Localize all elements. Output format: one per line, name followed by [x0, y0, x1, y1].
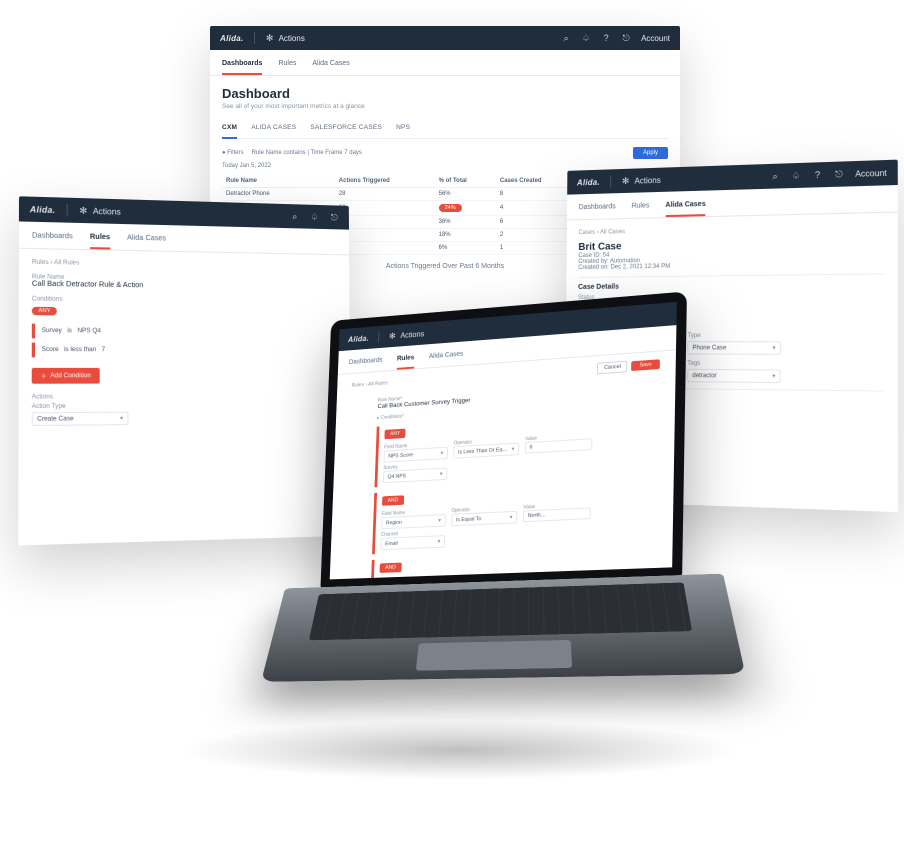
field-select[interactable]: Region▾: [381, 514, 446, 529]
field-select[interactable]: NPS Score▾: [384, 447, 448, 463]
brand-logo: Alida.: [30, 204, 56, 214]
laptop-keyboard-deck: [261, 574, 745, 682]
laptop-keys: [309, 582, 692, 640]
user-icon[interactable]: ⎋: [329, 212, 339, 222]
cancel-button[interactable]: Cancel: [597, 361, 628, 375]
app-topbar: Alida. ✻ Actions ⌕ ♤ ? ⎋ Account: [210, 26, 680, 50]
tab-dashboards[interactable]: Dashboards: [348, 353, 382, 373]
product-name: ✻ Actions: [265, 33, 305, 43]
condition-group: ANY Field NameNPS Score▾ OperatorIs Less…: [375, 411, 630, 488]
filters-label: ● Filters: [222, 150, 244, 156]
breadcrumb: Rules › All Rules: [351, 377, 388, 392]
metric-tab-cxm[interactable]: CXM: [222, 124, 237, 139]
tab-alida-cases[interactable]: Alida Cases: [428, 347, 463, 367]
any-tag: ANY: [384, 429, 405, 440]
metric-tabs: CXM ALIDA CASES SALESFORCE CASES NPS: [222, 120, 668, 139]
and-tag: AND: [382, 495, 404, 505]
save-button[interactable]: Save: [632, 359, 660, 371]
gear-icon: ✻: [78, 205, 89, 216]
and-tag: AND: [380, 563, 402, 573]
metric-tab-alida-cases[interactable]: ALIDA CASES: [251, 124, 296, 132]
col-rule-name[interactable]: Rule Name: [222, 175, 335, 188]
help-icon[interactable]: ?: [812, 169, 823, 180]
pct-badge: 24%: [439, 204, 462, 212]
account-menu[interactable]: Account: [855, 168, 887, 178]
condition-group: AND Field NameSegment▾ OperatorContains▾…: [370, 550, 626, 579]
channel-select[interactable]: Email▾: [380, 535, 445, 550]
page-title: Dashboard: [222, 86, 668, 101]
gear-icon: ✻: [388, 331, 397, 341]
col-actions-triggered[interactable]: Actions Triggered: [335, 175, 435, 188]
breadcrumb: Rules › All Rules: [32, 259, 338, 271]
tab-alida-cases[interactable]: Alida Cases: [127, 230, 166, 250]
account-menu[interactable]: Account: [641, 34, 670, 43]
operator-select[interactable]: Is Equal To▾: [451, 511, 517, 526]
brand-logo: Alida.: [348, 334, 369, 344]
bell-icon[interactable]: ♤: [581, 33, 591, 43]
user-icon[interactable]: ⎋: [834, 169, 845, 180]
help-icon[interactable]: ?: [601, 33, 611, 43]
condition-group: AND Field NameRegion▾ OperatorIs Equal T…: [372, 480, 628, 554]
survey-select[interactable]: Q4 NPS▾: [383, 468, 448, 484]
tab-dashboards[interactable]: Dashboards: [222, 56, 262, 75]
gear-icon: ✻: [621, 176, 631, 186]
tab-rules[interactable]: Rules: [90, 229, 110, 249]
bell-icon[interactable]: ♤: [791, 170, 802, 181]
tab-rules[interactable]: Rules: [397, 351, 415, 370]
user-icon[interactable]: ⎋: [621, 33, 631, 43]
value-input[interactable]: 6: [525, 438, 593, 453]
case-details-heading: Case Details: [578, 281, 885, 291]
condition-block[interactable]: Score is less than 7: [32, 343, 338, 358]
value-input[interactable]: North…: [523, 507, 591, 522]
tab-dashboards[interactable]: Dashboards: [579, 199, 616, 219]
tab-dashboards[interactable]: Dashboards: [32, 228, 73, 249]
brand-logo: Alida.: [577, 177, 600, 187]
laptop-mockup: Alida. ✻Actions Dashboards Rules Alida C…: [277, 288, 727, 770]
operator-select[interactable]: Is Less Than Or Eq…▾: [453, 443, 519, 459]
metric-tab-nps[interactable]: NPS: [396, 124, 410, 132]
tab-rules[interactable]: Rules: [631, 198, 649, 218]
brand-logo: Alida.: [220, 34, 244, 43]
page-subtitle: See all of your most important metrics a…: [222, 103, 668, 110]
condition-any-tag: ANY: [32, 307, 57, 316]
condition-block[interactable]: Survey is NPS Q4: [32, 324, 338, 340]
tab-alida-cases[interactable]: Alida Cases: [665, 197, 705, 217]
apply-button[interactable]: Apply: [633, 147, 668, 159]
main-tabs: Dashboards Rules Alida Cases: [210, 50, 680, 76]
search-icon[interactable]: ⌕: [561, 33, 571, 43]
tab-alida-cases[interactable]: Alida Cases: [312, 56, 349, 75]
add-condition-button[interactable]: ＋ Add Condition: [32, 368, 100, 384]
metric-tab-salesforce-cases[interactable]: SALESFORCE CASES: [310, 124, 382, 132]
breadcrumb: Cases › All Cases: [578, 223, 884, 236]
search-icon[interactable]: ⌕: [290, 211, 300, 221]
filters-summary: Rule Name contains | Time Frame 7 days: [252, 150, 362, 156]
bell-icon[interactable]: ♤: [310, 212, 320, 222]
tab-rules[interactable]: Rules: [278, 56, 296, 75]
search-icon[interactable]: ⌕: [770, 171, 781, 182]
laptop-trackpad: [416, 640, 572, 671]
conditions-label: Conditions: [32, 296, 338, 306]
col-pct[interactable]: % of Total: [435, 175, 496, 188]
gear-icon: ✻: [265, 33, 275, 43]
action-type-select[interactable]: Create Case▾: [32, 412, 129, 426]
